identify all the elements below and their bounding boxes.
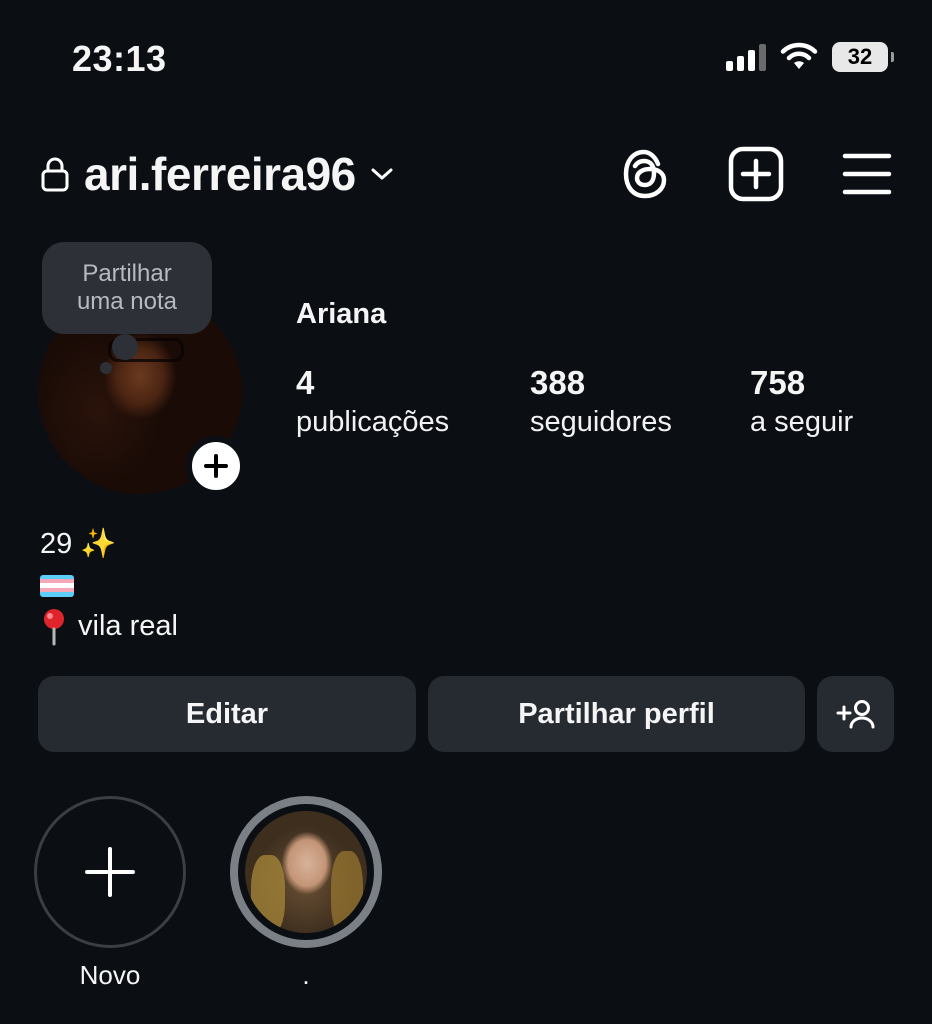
bio-line-flag: [40, 565, 178, 606]
stat-label: publicações: [296, 406, 450, 438]
highlight-new[interactable]: Novo: [34, 796, 186, 991]
stat-value: 388: [530, 364, 586, 401]
create-button[interactable]: [728, 146, 784, 202]
plus-icon: [85, 847, 135, 897]
add-story-button[interactable]: [186, 436, 246, 496]
profile-header: ari.ferreira96: [40, 142, 892, 206]
profile-screen: 23:13 32 ari.ferreira96 Partilhar uma no…: [0, 0, 932, 1024]
pushpin-icon: [44, 608, 64, 645]
share-profile-label: Partilhar perfil: [518, 697, 715, 730]
highlight-story-circle: [230, 796, 382, 948]
chevron-down-icon: [371, 168, 393, 180]
bio-line-location: vila real: [40, 606, 178, 647]
bubble-tail-small: [100, 362, 112, 374]
display-name: Ariana: [296, 298, 387, 330]
status-indicators: 32: [726, 42, 894, 72]
bio-location-text: vila real: [78, 610, 178, 642]
stat-followers[interactable]: 388 seguidores: [530, 364, 750, 442]
stat-label: a seguir: [750, 406, 854, 438]
stat-label: seguidores: [530, 406, 672, 438]
discover-people-button[interactable]: [817, 676, 894, 752]
share-note-bubble[interactable]: Partilhar uma nota: [42, 242, 212, 374]
bio-text: 29 ✨: [40, 528, 117, 560]
status-time: 23:13: [72, 38, 167, 79]
add-person-icon: [836, 700, 874, 729]
lock-icon: [41, 157, 69, 192]
cellular-signal-icon: [726, 43, 766, 71]
stat-value: 758: [750, 364, 806, 401]
bio: 29 ✨ vila real: [40, 524, 178, 647]
account-switcher[interactable]: ari.ferreira96: [40, 147, 394, 201]
username: ari.ferreira96: [84, 148, 356, 200]
wifi-icon: [780, 42, 818, 69]
highlight-new-circle: [34, 796, 186, 948]
threads-button[interactable]: [620, 147, 670, 201]
highlight-label: Novo: [79, 960, 141, 990]
highlight-cover-image: [245, 811, 367, 933]
plus-icon: [204, 454, 228, 478]
bubble-tail: [112, 334, 138, 360]
menu-button[interactable]: [842, 152, 892, 196]
profile-stats: 4 publicações 388 seguidores 758 a segui…: [296, 364, 853, 442]
plus-square-icon: [728, 146, 784, 202]
threads-icon: [623, 149, 667, 199]
photo-detail: [331, 851, 363, 933]
stat-following[interactable]: 758 a seguir: [750, 364, 853, 442]
photo-detail: [251, 855, 285, 933]
share-profile-button[interactable]: Partilhar perfil: [428, 676, 805, 752]
bio-line-age: 29 ✨: [40, 524, 178, 565]
stat-posts[interactable]: 4 publicações: [296, 364, 530, 442]
edit-profile-button[interactable]: Editar: [38, 676, 416, 752]
header-actions: [620, 146, 892, 202]
highlight-label: .: [302, 960, 310, 990]
highlight-story[interactable]: .: [230, 796, 382, 991]
battery-indicator: 32: [832, 42, 894, 72]
hamburger-menu-icon: [842, 153, 892, 195]
stat-value: 4: [296, 364, 315, 401]
edit-profile-label: Editar: [185, 697, 269, 730]
transgender-flag-icon: [40, 574, 74, 597]
note-bubble-text: Partilhar uma nota: [76, 260, 178, 315]
